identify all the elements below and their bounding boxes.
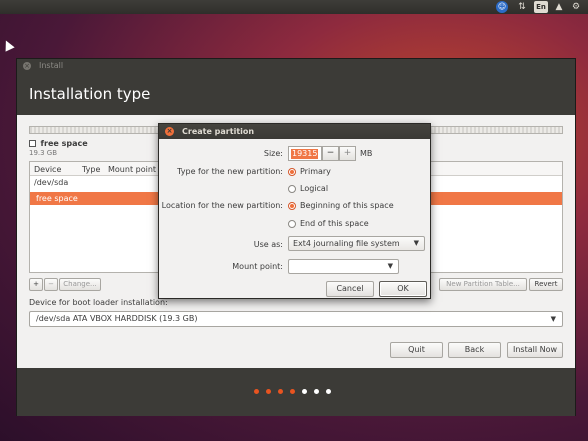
primary-radio[interactable]	[288, 168, 296, 176]
free-space-size: 19.3 GB	[29, 149, 58, 157]
partition-type-label: Type for the new partition:	[177, 167, 283, 176]
dropdown-arrow-icon[interactable]: ▼	[388, 260, 393, 273]
new-partition-table-button[interactable]: New Partition Table...	[439, 278, 527, 291]
logical-radio-label[interactable]: Logical	[300, 184, 328, 193]
primary-radio-label[interactable]: Primary	[300, 167, 331, 176]
beginning-radio[interactable]	[288, 202, 296, 210]
end-radio[interactable]	[288, 220, 296, 228]
ok-button[interactable]: OK	[379, 281, 427, 297]
dialog-titlebar: × Create partition	[159, 124, 430, 139]
size-label: Size:	[263, 149, 283, 158]
dialog-title: Create partition	[182, 127, 255, 136]
free-space-legend: free space	[29, 139, 88, 148]
progress-dot	[266, 389, 271, 394]
bootloader-value: /dev/sda ATA VBOX HARDDISK (19.3 GB)	[36, 314, 198, 323]
mount-point-combo[interactable]: ▼	[288, 259, 399, 274]
logical-radio[interactable]	[288, 185, 296, 193]
progress-dot	[302, 389, 307, 394]
back-button[interactable]: Back	[448, 342, 501, 358]
use-as-select[interactable]: Ext4 journaling file system ▼	[288, 236, 425, 251]
accessibility-icon[interactable]: ☺	[496, 1, 508, 13]
install-now-button[interactable]: Install Now	[507, 342, 563, 358]
size-decrement-button[interactable]: −	[322, 146, 339, 161]
close-icon[interactable]: ×	[165, 127, 174, 136]
beginning-radio-label[interactable]: Beginning of this space	[300, 201, 394, 210]
free-space-swatch	[29, 140, 36, 147]
top-panel: ☺ ⇅ En ▲ ⚙	[0, 0, 588, 14]
progress-dot	[314, 389, 319, 394]
column-header-type[interactable]: Type	[82, 165, 100, 174]
bootloader-label: Device for boot loader installation:	[29, 298, 168, 307]
mouse-pointer-icon	[1, 38, 15, 52]
dropdown-arrow-icon: ▼	[550, 315, 556, 323]
end-radio-label[interactable]: End of this space	[300, 219, 369, 228]
cancel-button[interactable]: Cancel	[326, 281, 374, 297]
volume-icon[interactable]: ▲	[553, 1, 565, 13]
progress-dot	[254, 389, 259, 394]
window-titlebar: × Install	[17, 59, 575, 73]
bootloader-select[interactable]: /dev/sda ATA VBOX HARDDISK (19.3 GB) ▼	[29, 311, 563, 327]
progress-dot	[326, 389, 331, 394]
remove-partition-button[interactable]: −	[44, 278, 58, 291]
add-partition-button[interactable]: +	[29, 278, 43, 291]
progress-dot	[290, 389, 295, 394]
column-header-device[interactable]: Device	[34, 165, 61, 174]
mount-point-label: Mount point:	[232, 262, 283, 271]
size-increment-button[interactable]: +	[339, 146, 356, 161]
dropdown-arrow-icon: ▼	[413, 239, 419, 247]
page-title: Installation type	[17, 73, 575, 115]
network-icon[interactable]: ⇅	[516, 1, 528, 13]
quit-button[interactable]: Quit	[390, 342, 443, 358]
window-title: Install	[39, 61, 64, 70]
keyboard-language-indicator[interactable]: En	[534, 1, 548, 13]
size-value: 19315	[291, 149, 319, 159]
gear-icon[interactable]: ⚙	[570, 1, 582, 13]
revert-button[interactable]: Revert	[529, 278, 563, 291]
close-icon[interactable]: ×	[23, 62, 31, 70]
change-partition-button[interactable]: Change...	[59, 278, 101, 291]
use-as-value: Ext4 journaling file system	[293, 239, 400, 248]
use-as-label: Use as:	[253, 240, 283, 249]
location-label: Location for the new partition:	[161, 201, 283, 210]
free-space-label: free space	[40, 139, 88, 148]
progress-dot	[278, 389, 283, 394]
size-input[interactable]: 19315	[288, 146, 322, 161]
installer-footer	[17, 368, 575, 416]
column-header-mount-point[interactable]: Mount point	[108, 165, 156, 174]
create-partition-dialog: × Create partition Size: 19315 − + MB Ty…	[158, 123, 431, 299]
size-unit: MB	[360, 149, 373, 158]
